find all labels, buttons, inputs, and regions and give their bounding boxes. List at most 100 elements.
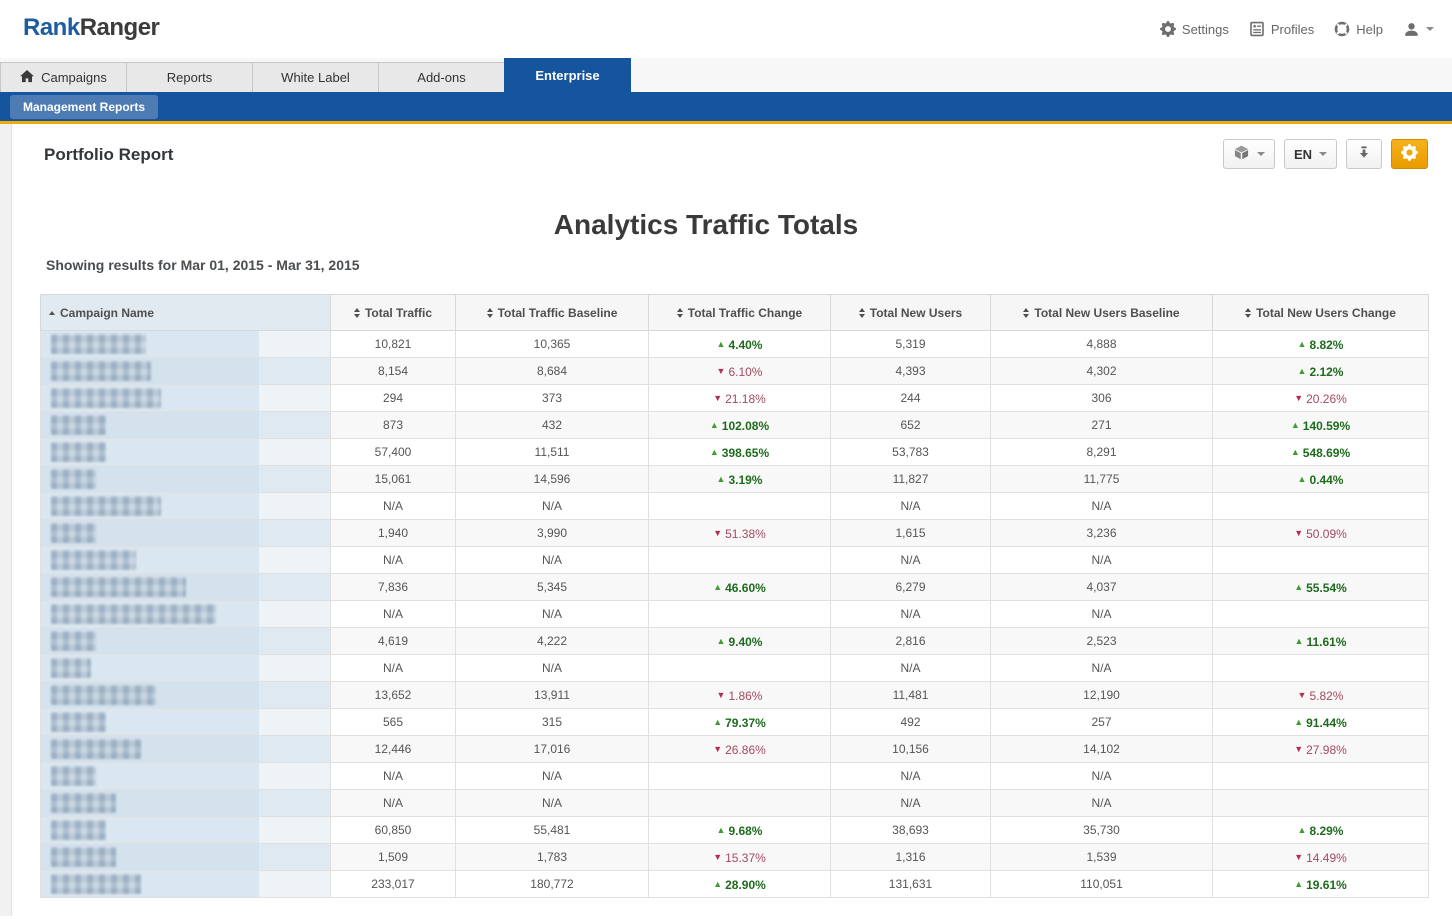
- total-traffic-baseline-cell: 3,990: [456, 520, 649, 547]
- campaign-name-cell[interactable]: [41, 466, 331, 493]
- campaign-name-cell[interactable]: [41, 358, 331, 385]
- total-new-users-baseline-cell: 4,888: [991, 331, 1213, 358]
- column-header-campaign-name[interactable]: Campaign Name: [41, 295, 331, 331]
- redacted-campaign-name: [51, 469, 96, 489]
- total-traffic-change-cell: [649, 547, 831, 574]
- campaign-name-cell[interactable]: [41, 574, 331, 601]
- report-table: Campaign NameTotal Traffic Total Traffic …: [40, 294, 1429, 898]
- campaign-name-cell[interactable]: [41, 844, 331, 871]
- total-new-users-cell: 492: [831, 709, 991, 736]
- tab-label: Reports: [167, 70, 213, 85]
- decrease-arrow-icon: ▼: [1298, 691, 1307, 700]
- table-row: 565315▲79.37%492257▲91.44%: [41, 709, 1429, 736]
- total-new-users-baseline-cell: 271: [991, 412, 1213, 439]
- increase-arrow-icon: ▲: [1291, 421, 1300, 430]
- total-traffic-cell: 294: [331, 385, 456, 412]
- decrease-arrow-icon: ▼: [713, 853, 722, 862]
- total-traffic-baseline-cell: 8,684: [456, 358, 649, 385]
- total-traffic-baseline-cell: 11,511: [456, 439, 649, 466]
- total-traffic-change-cell: ▲4.40%: [649, 331, 831, 358]
- table-row: 8,1548,684▼6.10%4,3934,302▲2.12%: [41, 358, 1429, 385]
- campaign-name-cell[interactable]: [41, 871, 331, 898]
- tab-enterprise[interactable]: Enterprise: [504, 58, 631, 92]
- tab-campaigns[interactable]: Campaigns: [0, 62, 127, 92]
- total-new-users-cell: 10,156: [831, 736, 991, 763]
- table-row: 873432▲102.08%652271▲140.59%: [41, 412, 1429, 439]
- campaign-name-cell[interactable]: [41, 331, 331, 358]
- total-new-users-change-cell: [1213, 547, 1429, 574]
- report-settings-button[interactable]: [1391, 139, 1428, 169]
- redacted-campaign-name: [51, 442, 106, 462]
- total-traffic-baseline-cell: N/A: [456, 493, 649, 520]
- settings-menu-item[interactable]: Settings: [1160, 21, 1229, 37]
- campaign-name-cell[interactable]: [41, 682, 331, 709]
- profiles-menu-item[interactable]: Profiles: [1249, 21, 1314, 37]
- total-traffic-baseline-cell: N/A: [456, 763, 649, 790]
- campaign-name-cell[interactable]: [41, 520, 331, 547]
- campaign-name-cell[interactable]: [41, 817, 331, 844]
- download-button[interactable]: [1346, 139, 1382, 169]
- total-traffic-baseline-cell: N/A: [456, 655, 649, 682]
- column-header-total-traffic[interactable]: Total Traffic: [331, 295, 456, 331]
- language-select-button[interactable]: EN: [1284, 139, 1337, 169]
- help-label: Help: [1356, 22, 1383, 37]
- column-header-total-new-users-baseline[interactable]: Total New Users Baseline: [991, 295, 1213, 331]
- total-new-users-cell: N/A: [831, 655, 991, 682]
- column-header-total-traffic-baseline[interactable]: Total Traffic Baseline: [456, 295, 649, 331]
- decrease-arrow-icon: ▼: [717, 691, 726, 700]
- total-new-users-cell: 5,319: [831, 331, 991, 358]
- table-row: 4,6194,222▲9.40%2,8162,523▲11.61%: [41, 628, 1429, 655]
- increase-arrow-icon: ▲: [717, 826, 726, 835]
- total-traffic-change-cell: ▼26.86%: [649, 736, 831, 763]
- campaign-name-cell[interactable]: [41, 628, 331, 655]
- campaign-name-cell[interactable]: [41, 493, 331, 520]
- campaign-name-cell[interactable]: [41, 790, 331, 817]
- total-traffic-cell: 10,821: [331, 331, 456, 358]
- tab-add-ons[interactable]: Add-ons: [378, 62, 505, 92]
- tab-reports[interactable]: Reports: [126, 62, 253, 92]
- campaign-name-cell[interactable]: [41, 736, 331, 763]
- campaign-name-cell[interactable]: [41, 412, 331, 439]
- campaign-name-cell[interactable]: [41, 439, 331, 466]
- table-row: 10,82110,365▲4.40%5,3194,888▲8.82%: [41, 331, 1429, 358]
- total-traffic-cell: 1,509: [331, 844, 456, 871]
- total-traffic-cell: N/A: [331, 790, 456, 817]
- decrease-arrow-icon: ▼: [713, 529, 722, 538]
- column-header-total-new-users[interactable]: Total New Users: [831, 295, 991, 331]
- subnav-item-management-reports[interactable]: Management Reports: [10, 95, 158, 119]
- tab-white-label[interactable]: White Label: [252, 62, 379, 92]
- campaign-name-cell[interactable]: [41, 655, 331, 682]
- campaign-name-cell[interactable]: [41, 547, 331, 574]
- total-traffic-change-cell: ▲3.19%: [649, 466, 831, 493]
- profiles-card-icon: [1249, 21, 1265, 37]
- column-header-total-traffic-change[interactable]: Total Traffic Change: [649, 295, 831, 331]
- total-new-users-change-cell: [1213, 493, 1429, 520]
- increase-arrow-icon: ▲: [710, 448, 719, 457]
- column-label: Total Traffic Baseline: [498, 306, 618, 320]
- help-menu-item[interactable]: Help: [1334, 21, 1383, 37]
- tab-label: Add-ons: [417, 70, 465, 85]
- total-new-users-change-cell: ▲140.59%: [1213, 412, 1429, 439]
- total-new-users-baseline-cell: 257: [991, 709, 1213, 736]
- redacted-campaign-name: [51, 658, 91, 678]
- column-header-total-new-users-change[interactable]: Total New Users Change: [1213, 295, 1429, 331]
- table-row: 13,65213,911▼1.86%11,48112,190▼5.82%: [41, 682, 1429, 709]
- tab-label: Enterprise: [535, 68, 599, 83]
- user-menu[interactable]: [1403, 21, 1434, 38]
- total-traffic-change-cell: [649, 655, 831, 682]
- total-new-users-baseline-cell: 4,302: [991, 358, 1213, 385]
- total-new-users-cell: 11,481: [831, 682, 991, 709]
- table-row: 1,5091,783▼15.37%1,3161,539▼14.49%: [41, 844, 1429, 871]
- campaign-name-cell[interactable]: [41, 763, 331, 790]
- total-new-users-cell: 53,783: [831, 439, 991, 466]
- total-traffic-baseline-cell: N/A: [456, 601, 649, 628]
- total-traffic-cell: 12,446: [331, 736, 456, 763]
- campaign-name-cell[interactable]: [41, 385, 331, 412]
- table-row: 57,40011,511▲398.65%53,7838,291▲548.69%: [41, 439, 1429, 466]
- total-traffic-cell: 8,154: [331, 358, 456, 385]
- total-new-users-baseline-cell: 3,236: [991, 520, 1213, 547]
- total-traffic-baseline-cell: 432: [456, 412, 649, 439]
- campaign-name-cell[interactable]: [41, 601, 331, 628]
- campaign-name-cell[interactable]: [41, 709, 331, 736]
- widget-menu-button[interactable]: [1223, 139, 1275, 169]
